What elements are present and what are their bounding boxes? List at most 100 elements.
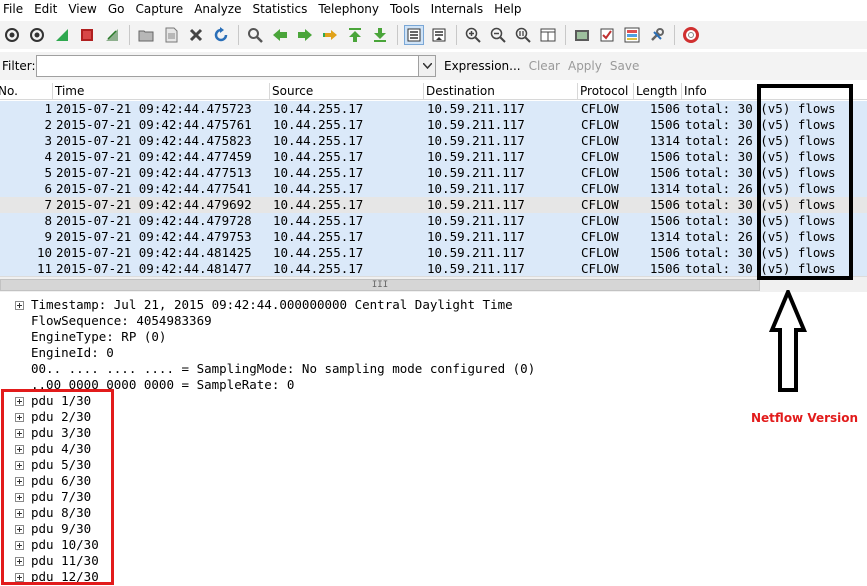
toolbar-separator — [456, 25, 457, 45]
restart-capture-icon[interactable] — [102, 25, 122, 45]
filter-input[interactable] — [36, 55, 419, 77]
clear-button[interactable]: Clear — [529, 59, 560, 73]
normal-size-icon[interactable] — [513, 25, 533, 45]
help-icon[interactable] — [681, 25, 701, 45]
save-file-icon[interactable] — [161, 25, 181, 45]
capture-options-icon[interactable] — [27, 25, 47, 45]
menu-telephony[interactable]: Telephony — [314, 0, 386, 19]
detail-line[interactable]: FlowSequence: 4054983369 — [31, 313, 212, 329]
cell-len: 1314 — [649, 229, 680, 244]
detail-line[interactable]: EngineType: RP (0) — [31, 329, 166, 345]
column-header-length[interactable]: Length — [634, 83, 682, 100]
start-capture-icon[interactable] — [52, 25, 72, 45]
open-file-icon[interactable] — [136, 25, 156, 45]
cell-no: 5 — [44, 165, 52, 180]
menu-analyze[interactable]: Analyze — [190, 0, 248, 19]
table-row[interactable]: 9 2015-07-21 09:42:44.479753 10.44.255.17 1… — [0, 229, 867, 245]
column-header-time[interactable]: Time — [53, 83, 270, 100]
cell-time: 2015-07-21 09:42:44.481425 — [56, 245, 252, 260]
capture-filters-icon[interactable] — [572, 25, 592, 45]
zoom-in-icon[interactable] — [463, 25, 483, 45]
netflow-version-note: Netflow Version — [751, 411, 859, 425]
cell-src: 10.44.255.17 — [273, 181, 364, 196]
cell-dst: 10.59.211.117 — [427, 261, 525, 276]
stop-capture-icon[interactable] — [77, 25, 97, 45]
table-row[interactable]: 2 2015-07-21 09:42:44.475761 10.44.255.17 1… — [0, 117, 867, 133]
zoom-out-icon[interactable] — [488, 25, 508, 45]
menu-file[interactable]: File — [0, 0, 30, 19]
filter-dropdown-button[interactable] — [419, 55, 436, 77]
column-header-source[interactable]: Source — [270, 83, 424, 100]
table-row[interactable]: 7 2015-07-21 09:42:44.479692 10.44.255.17 1… — [0, 197, 867, 213]
filter-label: Filter: — [2, 59, 36, 73]
menu-capture[interactable]: Capture — [131, 0, 190, 19]
menu-help[interactable]: Help — [490, 0, 528, 19]
colorize-icon[interactable] — [404, 25, 424, 45]
table-row[interactable]: 3 2015-07-21 09:42:44.475823 10.44.255.17 1… — [0, 133, 867, 149]
go-first-icon[interactable] — [345, 25, 365, 45]
cell-dst: 10.59.211.117 — [427, 213, 525, 228]
save-button[interactable]: Save — [610, 59, 639, 73]
packet-list: No. Time Source Destination Protocol Len… — [0, 83, 867, 276]
cell-src: 10.44.255.17 — [273, 229, 364, 244]
cell-src: 10.44.255.17 — [273, 197, 364, 212]
cell-len: 1506 — [649, 117, 680, 132]
cell-len: 1506 — [649, 197, 680, 212]
menu-bar: File Edit View Go Capture Analyze Statis… — [0, 0, 867, 19]
cell-proto: CFLOW — [581, 261, 619, 276]
cell-src: 10.44.255.17 — [273, 149, 364, 164]
cell-dst: 10.59.211.117 — [427, 133, 525, 148]
expression-button[interactable]: Expression... — [444, 59, 521, 73]
cell-len: 1506 — [649, 213, 680, 228]
close-file-icon[interactable] — [186, 25, 206, 45]
cell-time: 2015-07-21 09:42:44.479692 — [56, 197, 252, 212]
table-row[interactable]: 11 2015-07-21 09:42:44.481477 10.44.255.17… — [0, 261, 867, 276]
detail-line[interactable]: EngineId: 0 — [31, 345, 114, 361]
cell-proto: CFLOW — [581, 101, 619, 116]
cell-time: 2015-07-21 09:42:44.479728 — [56, 213, 252, 228]
menu-internals[interactable]: Internals — [427, 0, 491, 19]
go-back-icon[interactable] — [270, 25, 290, 45]
table-row[interactable]: 6 2015-07-21 09:42:44.477541 10.44.255.17 1… — [0, 181, 867, 197]
menu-statistics[interactable]: Statistics — [248, 0, 314, 19]
auto-scroll-icon[interactable] — [429, 25, 449, 45]
cell-no: 4 — [44, 149, 52, 164]
column-header-protocol[interactable]: Protocol — [578, 83, 634, 100]
cell-len: 1506 — [649, 101, 680, 116]
packet-list-scrollbar[interactable]: III — [0, 276, 867, 292]
cell-src: 10.44.255.17 — [273, 101, 364, 116]
menu-go[interactable]: Go — [104, 0, 132, 19]
resize-columns-icon[interactable] — [538, 25, 558, 45]
go-forward-icon[interactable] — [295, 25, 315, 45]
menu-view[interactable]: View — [64, 0, 103, 19]
detail-line[interactable]: Timestamp: Jul 21, 2015 09:42:44.0000000… — [31, 297, 513, 313]
coloring-rules-icon[interactable] — [622, 25, 642, 45]
main-toolbar — [0, 21, 867, 49]
table-row[interactable]: 5 2015-07-21 09:42:44.477513 10.44.255.17 1… — [0, 165, 867, 181]
cell-dst: 10.59.211.117 — [427, 101, 525, 116]
go-to-packet-icon[interactable] — [320, 25, 340, 45]
go-last-icon[interactable] — [370, 25, 390, 45]
cell-no: 1 — [44, 101, 52, 116]
menu-edit[interactable]: Edit — [30, 0, 64, 19]
reload-icon[interactable] — [211, 25, 231, 45]
apply-button[interactable]: Apply — [568, 59, 602, 73]
find-icon[interactable] — [245, 25, 265, 45]
column-header-destination[interactable]: Destination — [424, 83, 578, 100]
table-row[interactable]: 8 2015-07-21 09:42:44.479728 10.44.255.17 1… — [0, 213, 867, 229]
interface-list-icon[interactable] — [2, 25, 22, 45]
cell-no: 11 — [36, 261, 52, 276]
scrollbar-thumb[interactable]: III — [0, 279, 760, 291]
display-filters-icon[interactable] — [597, 25, 617, 45]
preferences-icon[interactable] — [647, 25, 667, 45]
cell-len: 1314 — [649, 181, 680, 196]
table-row[interactable]: 4 2015-07-21 09:42:44.477459 10.44.255.17 1… — [0, 149, 867, 165]
cell-no: 8 — [44, 213, 52, 228]
table-row[interactable]: 10 2015-07-21 09:42:44.481425 10.44.255.17… — [0, 245, 867, 261]
detail-line[interactable]: 00.. .... .... .... = SamplingMode: No s… — [31, 361, 535, 377]
cell-dst: 10.59.211.117 — [427, 149, 525, 164]
table-row[interactable]: 1 2015-07-21 09:42:44.475723 10.44.255.17 1… — [0, 101, 867, 117]
menu-tools[interactable]: Tools — [386, 0, 427, 19]
column-header-no[interactable]: No. — [0, 83, 53, 100]
expand-icon[interactable] — [15, 301, 24, 310]
